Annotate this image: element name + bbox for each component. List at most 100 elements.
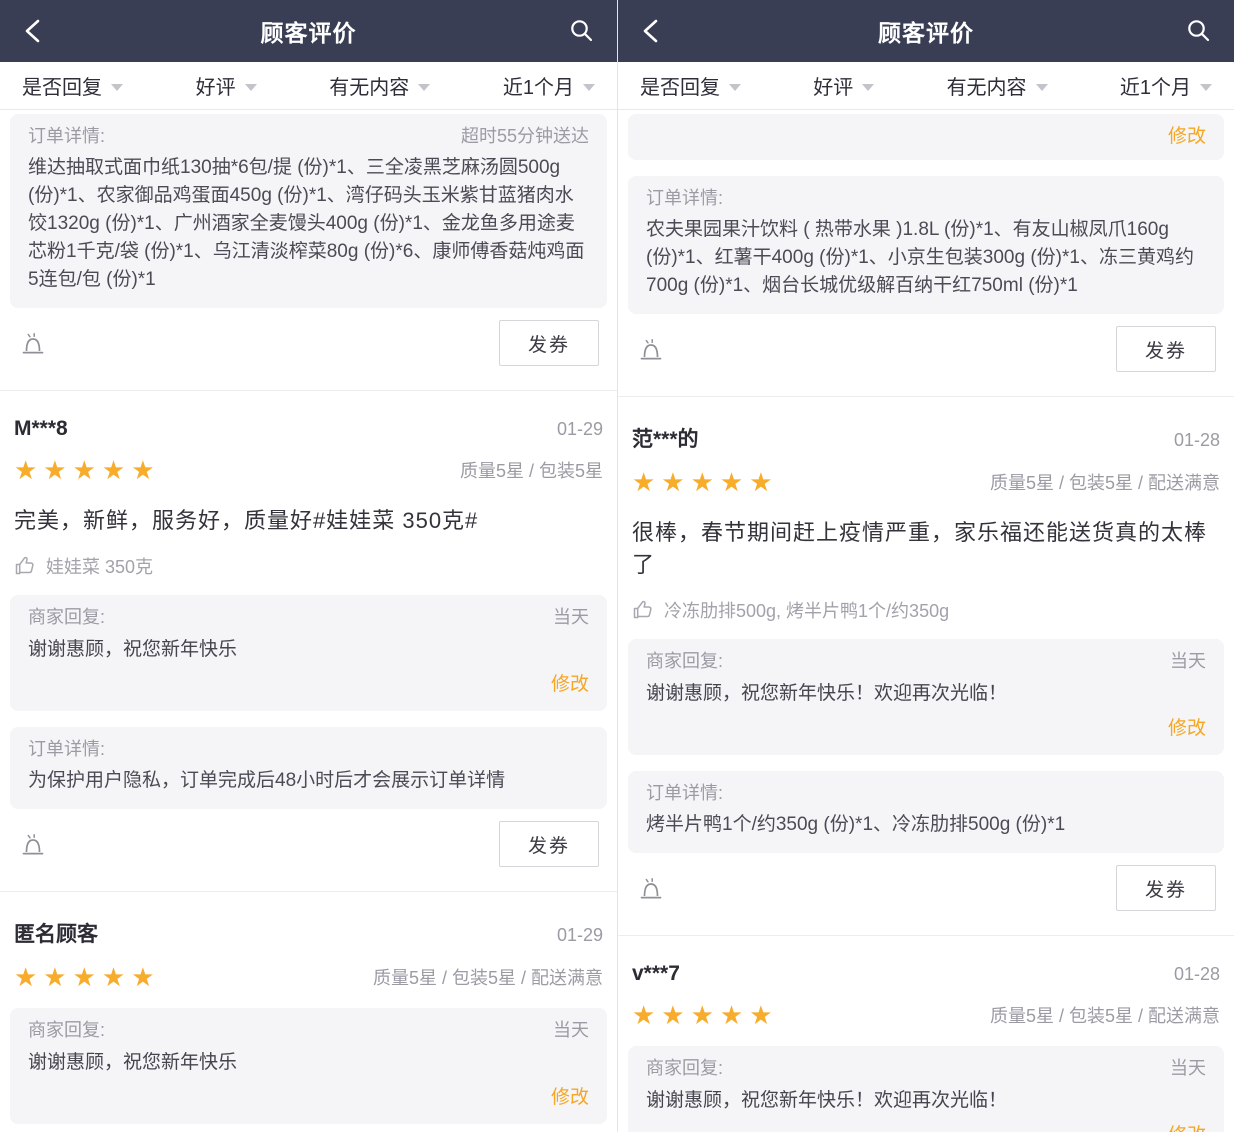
filter-time-range[interactable]: 近1个月 [1120, 71, 1212, 100]
reply-time: 当天 [553, 1018, 589, 1042]
reviewer-name: v***7 [632, 962, 680, 986]
merchant-reply-box: 商家回复: 当天 谢谢惠顾，祝您新年快乐 修改 [10, 595, 607, 711]
divider [0, 891, 617, 892]
reply-time: 当天 [553, 605, 589, 629]
review-rating-row: ★★★★★ 质量5星 / 包装5星 / 配送满意 [632, 1000, 1220, 1030]
reviewer-name: 匿名顾客 [14, 918, 98, 948]
product-tag: 冷冻肋排500g, 烤半片鸭1个/约350g [664, 597, 949, 623]
merchant-reply-box: 商家回复: 当天 谢谢惠顾，祝您新年快乐！欢迎再次光临！ 修改 [628, 1046, 1224, 1132]
star-rating: ★★★★★ [14, 962, 161, 992]
review-list[interactable]: 修改 订单详情: 农夫果园果汁饮料 ( 热带水果 )1.8L (份)*1、有友山… [618, 110, 1234, 1132]
review-text: 很棒，春节期间赶上疫情严重，家乐福还能送货真的太棒了 [632, 517, 1220, 581]
send-coupon-button[interactable]: 发券 [1116, 865, 1216, 911]
order-details-label: 订单详情: [28, 124, 105, 148]
filter-label: 是否回复 [640, 71, 720, 100]
filter-reply-status[interactable]: 是否回复 [640, 71, 741, 100]
merchant-reply-label: 商家回复: [646, 1056, 723, 1080]
filter-reply-status[interactable]: 是否回复 [22, 71, 123, 100]
modify-reply-link[interactable]: 修改 [551, 673, 589, 697]
rating-summary: 质量5星 / 包装5星 / 配送满意 [990, 469, 1220, 495]
filter-label: 有无内容 [329, 71, 409, 100]
star-rating: ★★★★★ [632, 467, 779, 497]
rating-summary: 质量5星 / 包装5星 / 配送满意 [373, 964, 603, 990]
merchant-reply-text: 谢谢惠顾，祝您新年快乐！欢迎再次光临！ [646, 1086, 1206, 1116]
reply-time: 当天 [1170, 649, 1206, 673]
filter-rating[interactable]: 好评 [813, 71, 874, 100]
thumbs-up-icon [632, 599, 654, 621]
chevron-down-icon [862, 84, 874, 91]
app-header: 顾客评价 [0, 0, 617, 62]
rating-summary: 质量5星 / 包装5星 [460, 457, 603, 483]
filter-has-content[interactable]: 有无内容 [947, 71, 1048, 100]
filter-bar: 是否回复 好评 有无内容 近1个月 [618, 62, 1234, 110]
thumbs-up-icon [14, 555, 36, 577]
review-header: M***8 01-29 [14, 417, 603, 441]
filter-rating[interactable]: 好评 [196, 71, 257, 100]
review-text: 完美，新鲜，服务好，质量好#娃娃菜 350克# [14, 505, 603, 537]
action-row: 发券 [10, 320, 607, 366]
modify-reply-link[interactable]: 修改 [1168, 125, 1206, 149]
filter-has-content[interactable]: 有无内容 [329, 71, 430, 100]
merchant-reply-box: 商家回复: 当天 谢谢惠顾，祝您新年快乐！欢迎再次光临！ 修改 [628, 639, 1224, 755]
order-details-box: 订单详情: 烤半片鸭1个/约350g (份)*1、冷冻肋排500g (份)*1 [628, 771, 1224, 853]
modify-reply-link[interactable]: 修改 [1168, 1124, 1206, 1132]
divider [618, 935, 1234, 936]
order-details-label: 订单详情: [646, 186, 723, 210]
review-list[interactable]: 订单详情: 超时55分钟送达 维达抽取式面巾纸130抽*6包/提 (份)*1、三… [0, 110, 617, 1132]
search-icon[interactable] [1184, 16, 1214, 46]
order-items: 烤半片鸭1个/约350g (份)*1、冷冻肋排500g (份)*1 [646, 811, 1206, 839]
star-rating: ★★★★★ [632, 1000, 779, 1030]
filter-label: 好评 [196, 71, 236, 100]
siren-icon[interactable] [636, 334, 666, 364]
modify-reply-link[interactable]: 修改 [551, 1086, 589, 1110]
dual-screenshot-container: 顾客评价 是否回复 好评 有无内容 近1个月 订单详情: 超时55分钟送达 维达… [0, 0, 1234, 1132]
back-icon[interactable] [20, 16, 50, 46]
chevron-down-icon [418, 84, 430, 91]
app-header: 顾客评价 [618, 0, 1234, 62]
review-rating-row: ★★★★★ 质量5星 / 包装5星 / 配送满意 [14, 962, 603, 992]
merchant-reply-text: 谢谢惠顾，祝您新年快乐 [28, 1048, 589, 1078]
order-details-box: 订单详情: 为保护用户隐私，订单完成后48小时后才会展示订单详情 [10, 727, 607, 809]
product-tag-row: 娃娃菜 350克 [14, 553, 603, 579]
review-date: 01-28 [1174, 430, 1220, 451]
siren-icon[interactable] [18, 829, 48, 859]
search-icon[interactable] [567, 16, 597, 46]
screen-right: 顾客评价 是否回复 好评 有无内容 近1个月 修改 订单详情: 农夫果园果汁饮料… [617, 0, 1234, 1132]
chevron-down-icon [1036, 84, 1048, 91]
merchant-reply-box-clipped: 修改 [628, 114, 1224, 160]
siren-icon[interactable] [636, 873, 666, 903]
filter-time-range[interactable]: 近1个月 [503, 71, 595, 100]
product-tag-row: 冷冻肋排500g, 烤半片鸭1个/约350g [632, 597, 1220, 623]
rating-summary: 质量5星 / 包装5星 / 配送满意 [990, 1002, 1220, 1028]
order-details-label: 订单详情: [28, 737, 105, 761]
merchant-reply-box: 商家回复: 当天 谢谢惠顾，祝您新年快乐 修改 [10, 1008, 607, 1124]
review-date: 01-29 [557, 925, 603, 946]
review-rating-row: ★★★★★ 质量5星 / 包装5星 / 配送满意 [632, 467, 1220, 497]
chevron-down-icon [1200, 84, 1212, 91]
siren-icon[interactable] [18, 328, 48, 358]
modify-reply-link[interactable]: 修改 [1168, 717, 1206, 741]
reviewer-name: M***8 [14, 417, 68, 441]
review-header: 范***的 01-28 [632, 423, 1220, 453]
review-rating-row: ★★★★★ 质量5星 / 包装5星 [14, 455, 603, 485]
divider [618, 396, 1234, 397]
review-header: v***7 01-28 [632, 962, 1220, 986]
review-date: 01-28 [1174, 964, 1220, 985]
filter-label: 好评 [813, 71, 853, 100]
send-coupon-button[interactable]: 发券 [1116, 326, 1216, 372]
product-tag: 娃娃菜 350克 [46, 553, 153, 579]
chevron-down-icon [245, 84, 257, 91]
review-header: 匿名顾客 01-29 [14, 918, 603, 948]
chevron-down-icon [583, 84, 595, 91]
merchant-reply-label: 商家回复: [28, 605, 105, 629]
send-coupon-button[interactable]: 发券 [499, 320, 599, 366]
filter-label: 有无内容 [947, 71, 1027, 100]
order-details-box: 订单详情: 超时55分钟送达 维达抽取式面巾纸130抽*6包/提 (份)*1、三… [10, 114, 607, 308]
order-items: 农夫果园果汁饮料 ( 热带水果 )1.8L (份)*1、有友山椒凤爪160g (… [646, 216, 1206, 300]
back-icon[interactable] [638, 16, 668, 46]
action-row: 发券 [628, 865, 1224, 911]
send-coupon-button[interactable]: 发券 [499, 821, 599, 867]
page-title: 顾客评价 [878, 14, 974, 48]
merchant-reply-label: 商家回复: [28, 1018, 105, 1042]
filter-label: 近1个月 [1120, 71, 1191, 100]
